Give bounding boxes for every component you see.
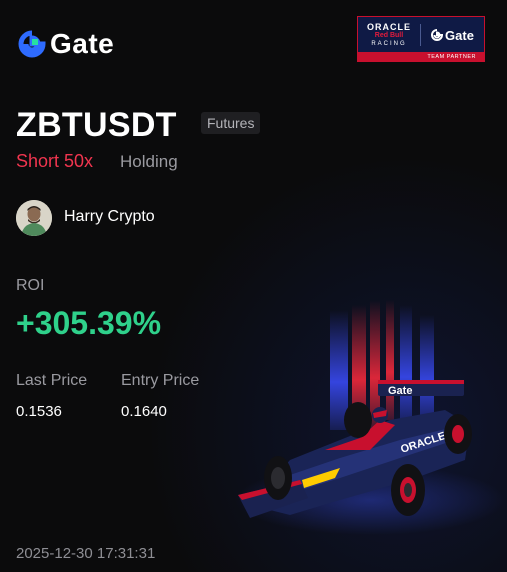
brand-name: Gate — [50, 28, 115, 59]
symbol: ZBTUSDT — [16, 106, 177, 144]
partner-gate-logo: Gate — [421, 28, 484, 43]
svg-text:Gate: Gate — [388, 385, 412, 397]
position-side: Short 50x — [16, 151, 94, 171]
roi-value: +305.39% — [16, 305, 162, 341]
badge-footer: TEAM PARTNER — [358, 52, 484, 61]
user-avatar-icon — [16, 200, 52, 236]
race-car-illustration: Gate ORACLE — [235, 300, 505, 535]
gate-logo: Gate — [18, 28, 114, 60]
oracle-red-bull-racing-logo: ORACLE Red Bull RACING — [358, 17, 420, 53]
username: Harry Crypto — [64, 208, 155, 225]
team-partner-text: TEAM PARTNER — [427, 53, 476, 60]
oracle-text: ORACLE — [367, 22, 411, 32]
roi-label: ROI — [16, 277, 45, 294]
timestamp: 2025-12-30 17:31:31 — [16, 545, 156, 562]
market-tag: Futures — [201, 112, 261, 134]
last-price-value: 0.1536 — [16, 403, 62, 420]
entry-price-label: Entry Price — [121, 372, 200, 389]
avatar — [16, 200, 52, 236]
red-bull-text: Red Bull — [374, 32, 404, 39]
entry-price-value: 0.1640 — [121, 403, 167, 420]
team-partner-badge: ORACLE Red Bull RACING Gate TEAM PARTNER — [357, 16, 485, 62]
gate-logo-icon — [18, 30, 46, 58]
position-status: Holding — [120, 152, 178, 171]
gate-mark-icon — [431, 29, 444, 41]
racing-text: RACING — [371, 41, 407, 47]
partner-gate-text: Gate — [445, 27, 474, 43]
share-card: Gate ORACLE Red Bull RACING Gate TEAM PA… — [0, 0, 507, 572]
last-price-label: Last Price — [16, 372, 88, 389]
